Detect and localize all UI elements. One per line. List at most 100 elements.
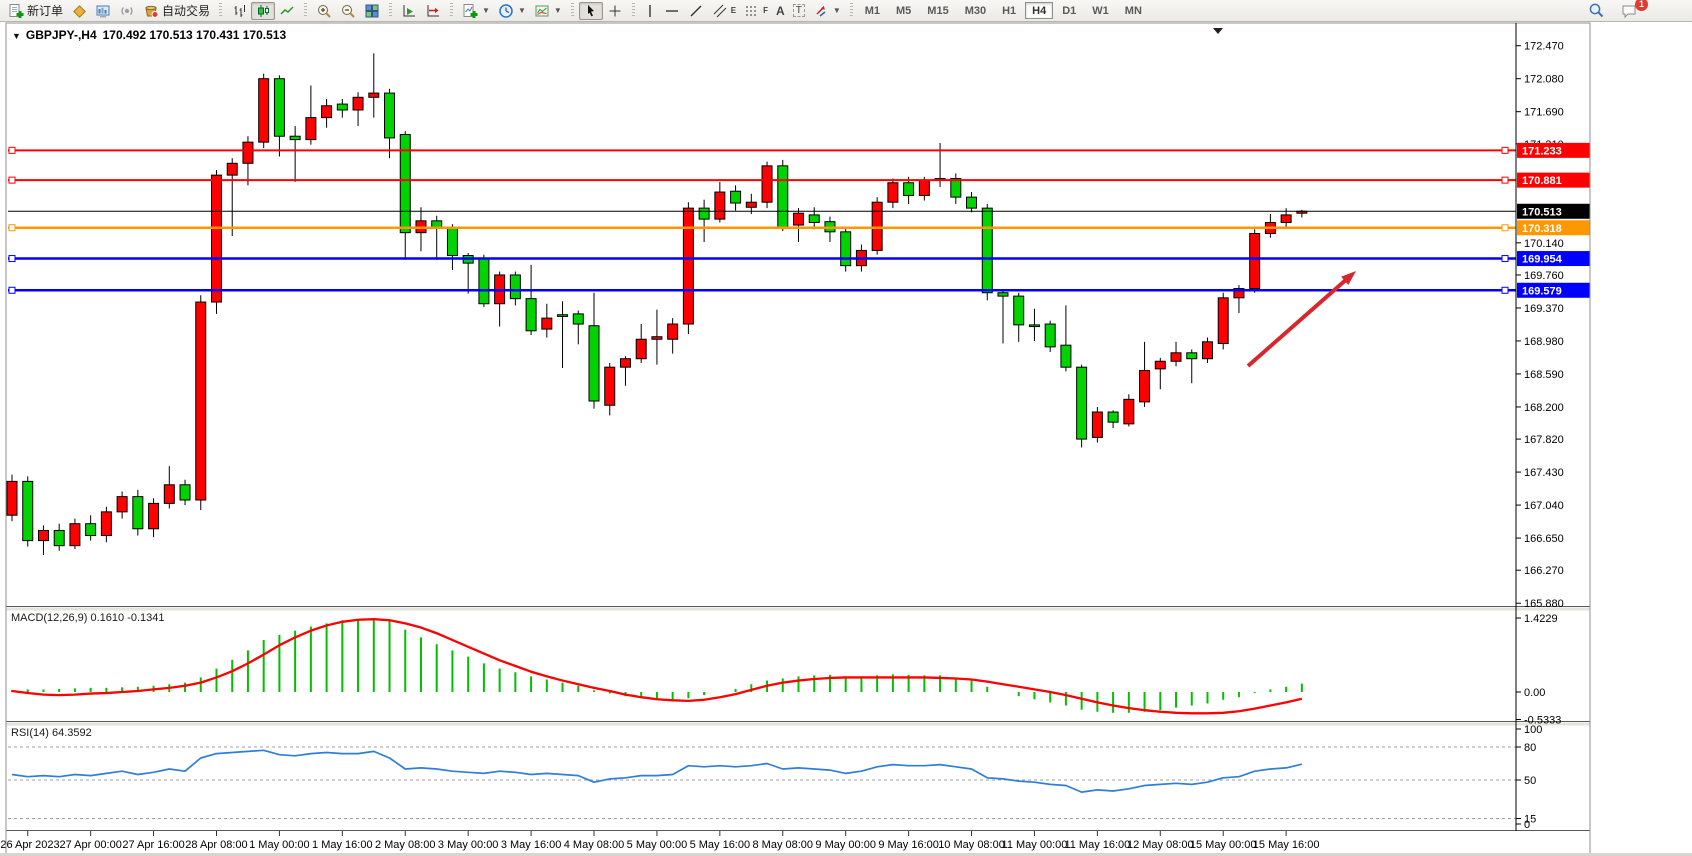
hline-handle[interactable] <box>1502 177 1508 183</box>
horizontal-line-icon <box>664 3 680 19</box>
time-axis-label: 5 May 00:00 <box>627 839 688 851</box>
hline-handle[interactable] <box>9 287 15 293</box>
panel-splitter[interactable] <box>6 608 1590 611</box>
candle-body-up <box>888 183 898 202</box>
candle-body-down <box>558 315 568 317</box>
equidistant-channel-button[interactable]: E <box>708 2 740 20</box>
candle-body-up <box>715 192 725 219</box>
candle-body-down <box>573 314 583 324</box>
new-order-button[interactable]: 新订单 <box>4 2 67 20</box>
candle-body-up <box>259 79 269 142</box>
time-axis-label: 10 May 08:00 <box>938 839 1005 851</box>
timeframe-button-m15[interactable]: M15 <box>920 2 955 19</box>
indicators-button[interactable]: ▼ <box>458 2 494 20</box>
candle-body-up <box>652 337 662 340</box>
time-axis-label: 11 May 00:00 <box>1002 839 1068 851</box>
indicators-icon <box>462 3 478 19</box>
candle-body-up <box>1202 342 1212 359</box>
candle-body-down <box>1077 367 1087 439</box>
hline-handle[interactable] <box>9 256 15 262</box>
price-axis-label: 168.590 <box>1524 369 1564 381</box>
auto-scroll-button[interactable] <box>397 2 421 20</box>
cursor-button[interactable] <box>579 2 603 20</box>
time-axis-label: 27 Apr 16:00 <box>122 839 184 851</box>
vertical-line-button[interactable] <box>640 2 660 20</box>
signals-button[interactable] <box>115 2 139 20</box>
time-axis-label: 27 Apr 00:00 <box>59 839 121 851</box>
crosshair-button[interactable] <box>603 2 627 20</box>
market-watch-icon <box>95 3 111 19</box>
indicators-caret-icon: ▼ <box>482 6 490 15</box>
hline-handle[interactable] <box>1502 287 1508 293</box>
text-button[interactable]: A <box>772 2 789 20</box>
periods-button[interactable]: ▼ <box>494 2 530 20</box>
time-axis-label: 15 May 16:00 <box>1253 839 1320 851</box>
zoom-in-button[interactable] <box>312 2 336 20</box>
price-tag-label: 171.233 <box>1522 145 1562 157</box>
hline-handle[interactable] <box>1502 225 1508 231</box>
candle-body-down <box>86 524 96 536</box>
timeframe-button-h4[interactable]: H4 <box>1025 2 1053 19</box>
candle-body-down <box>699 208 709 219</box>
arrows-button[interactable]: ▼ <box>809 2 845 20</box>
time-axis-label: 11 May 16:00 <box>1064 839 1130 851</box>
candle-body-up <box>746 202 756 207</box>
toolbar-grip <box>304 3 307 18</box>
trendline-button[interactable] <box>684 2 708 20</box>
chart-shift-button[interactable] <box>421 2 445 20</box>
tile-windows-button[interactable] <box>360 2 384 20</box>
panel-splitter[interactable] <box>6 723 1590 726</box>
search-button[interactable] <box>1584 2 1609 20</box>
candle-body-down <box>982 208 992 293</box>
candle-body-down <box>731 191 741 203</box>
bar-chart-button[interactable] <box>227 2 251 20</box>
hline-handle[interactable] <box>1502 147 1508 153</box>
toolbar-grip <box>571 3 574 18</box>
candle-body-up <box>668 324 678 339</box>
price-axis-label: 168.980 <box>1524 336 1564 348</box>
chart-area[interactable]: 172.470172.080171.690171.310170.140169.7… <box>0 22 1692 856</box>
candle-body-up <box>7 481 17 515</box>
timeframe-button-m30[interactable]: M30 <box>958 2 993 19</box>
candle-body-up <box>1124 399 1134 424</box>
profiles-button[interactable] <box>67 2 91 20</box>
candle-body-up <box>1281 215 1291 223</box>
candle-body-up <box>227 163 237 175</box>
candle-body-up <box>70 524 80 546</box>
timeframe-button-m1[interactable]: M1 <box>858 2 887 19</box>
price-axis-label: 171.690 <box>1524 107 1564 119</box>
hline-handle[interactable] <box>9 177 15 183</box>
hline-handle[interactable] <box>1502 256 1508 262</box>
candle-body-up <box>620 359 630 367</box>
auto-trading-button[interactable]: 自动交易 <box>139 2 214 20</box>
one-click-collapse-icon[interactable]: ▼ <box>12 31 21 41</box>
periods-icon <box>498 3 514 19</box>
chart-shift-marker[interactable] <box>1213 28 1223 34</box>
templates-button[interactable]: ▼ <box>530 2 566 20</box>
rsi-axis-label: 50 <box>1524 775 1536 787</box>
hline-handle[interactable] <box>9 147 15 153</box>
toolbar: 新订单 自动交易 ▼ ▼ ▼ E F A T ▼ <box>0 0 1692 22</box>
candle-body-down <box>1061 345 1071 367</box>
toolbar-grip <box>389 3 392 18</box>
timeframe-toolbar: M1M5M15M30H1H4D1W1MN <box>858 2 1149 19</box>
candle-body-down <box>337 104 347 110</box>
market-watch-button[interactable] <box>91 2 115 20</box>
timeframe-button-w1[interactable]: W1 <box>1085 2 1116 19</box>
zoom-out-button[interactable] <box>336 2 360 20</box>
timeframe-button-h1[interactable]: H1 <box>995 2 1023 19</box>
candlestick-chart-button[interactable] <box>251 2 275 20</box>
notifications-button[interactable]: 1 <box>1617 2 1642 20</box>
fibonacci-button[interactable]: F <box>740 2 772 20</box>
timeframe-button-mn[interactable]: MN <box>1118 2 1149 19</box>
candle-body-up <box>636 339 646 358</box>
timeframe-button-m5[interactable]: M5 <box>889 2 918 19</box>
line-chart-button[interactable] <box>275 2 299 20</box>
toolbar-right-icons: 1 <box>1584 2 1688 20</box>
chart-title: ▼GBPJPY-,H4170.492 170.513 170.431 170.5… <box>12 28 286 42</box>
text-tool-letter: A <box>776 4 785 18</box>
timeframe-button-d1[interactable]: D1 <box>1055 2 1083 19</box>
horizontal-line-button[interactable] <box>660 2 684 20</box>
hline-handle[interactable] <box>9 225 15 231</box>
text-label-button[interactable]: T <box>789 2 809 20</box>
